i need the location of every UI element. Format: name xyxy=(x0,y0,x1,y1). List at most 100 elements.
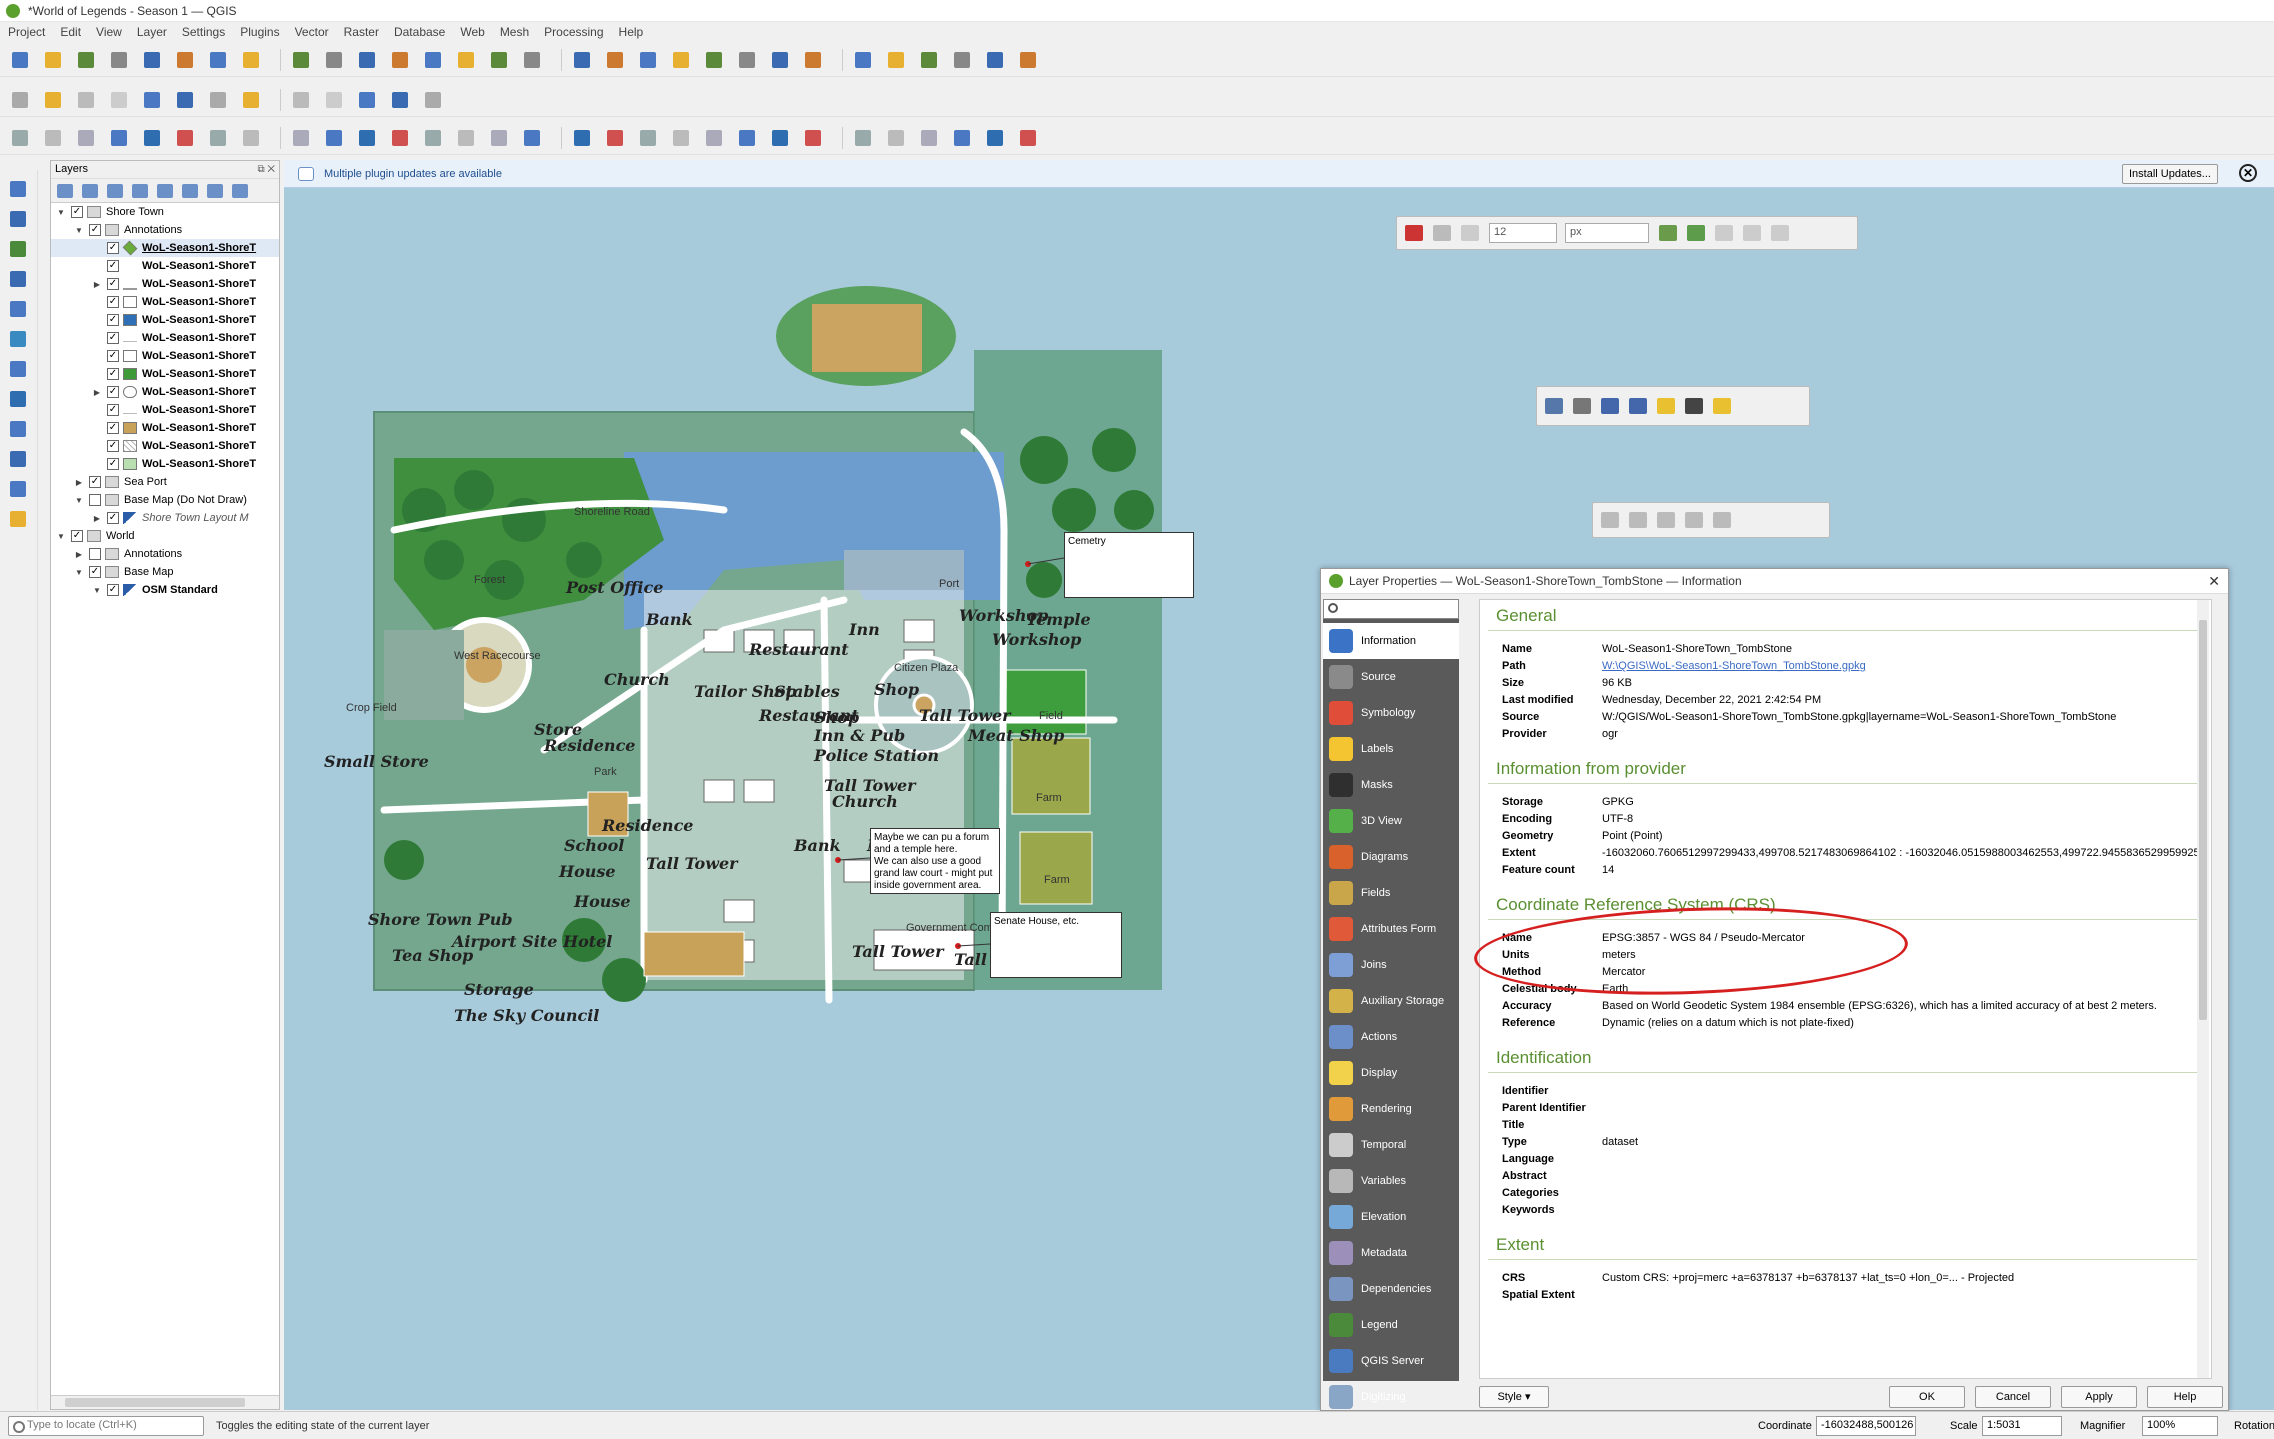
analysis-tool-3-icon[interactable] xyxy=(74,127,98,149)
analysis-tool-25-icon[interactable] xyxy=(851,127,875,149)
data-source-tool-3-icon[interactable] xyxy=(6,238,30,260)
edit-tool-3-icon[interactable] xyxy=(74,89,98,111)
analysis-tool-29-icon[interactable] xyxy=(983,127,1007,149)
analysis-tool-30-icon[interactable] xyxy=(1016,127,1040,149)
visibility-checkbox[interactable]: ✓ xyxy=(107,242,119,254)
edit-tool-1-icon[interactable] xyxy=(8,89,32,111)
nav-item-3d-view[interactable]: 3D View xyxy=(1323,803,1459,839)
nav-item-elevation[interactable]: Elevation xyxy=(1323,1199,1459,1235)
apply-button[interactable]: Apply xyxy=(2061,1386,2137,1408)
nav-item-joins[interactable]: Joins xyxy=(1323,947,1459,983)
analysis-tool-11-icon[interactable] xyxy=(355,127,379,149)
magnet-icon[interactable] xyxy=(1405,225,1423,241)
expand-arrow-icon[interactable]: ▼ xyxy=(73,226,85,235)
main-tool-7-icon[interactable] xyxy=(206,49,230,71)
analysis-tool-28-icon[interactable] xyxy=(950,127,974,149)
nav-item-dependencies[interactable]: Dependencies xyxy=(1323,1271,1459,1307)
cancel-button[interactable]: Cancel xyxy=(1975,1386,2051,1408)
main-tool-14-icon[interactable] xyxy=(454,49,478,71)
help-button[interactable]: Help xyxy=(2147,1386,2223,1408)
layer-tree-row[interactable]: ▶ Annotations xyxy=(51,545,279,563)
layer-tree-row[interactable]: ▼ ✓ OSM Standard xyxy=(51,581,279,599)
edit-tool-13-icon[interactable] xyxy=(421,89,445,111)
expand-arrow-icon[interactable]: ▼ xyxy=(55,532,67,541)
nav-item-information[interactable]: Information xyxy=(1323,623,1459,659)
analysis-tool-21-icon[interactable] xyxy=(702,127,726,149)
main-tool-15-icon[interactable] xyxy=(487,49,511,71)
visibility-checkbox[interactable]: ✓ xyxy=(89,476,101,488)
layer-tree-row[interactable]: ✓ WoL-Season1-ShoreT xyxy=(51,311,279,329)
properties-search-input[interactable] xyxy=(1323,599,1459,619)
layer-tree-row[interactable]: ▶ ✓ WoL-Season1-ShoreT xyxy=(51,275,279,293)
visibility-checkbox[interactable] xyxy=(89,494,101,506)
coordinate-field[interactable]: -16032488,500126 xyxy=(1816,1416,1916,1436)
content-scrollbar[interactable] xyxy=(2197,600,2209,1378)
expand-arrow-icon[interactable]: ▼ xyxy=(73,496,85,505)
layer-tree-row[interactable]: ▶ ✓ Shore Town Layout M xyxy=(51,509,279,527)
menu-settings[interactable]: Settings xyxy=(182,25,225,39)
main-tool-19-icon[interactable] xyxy=(636,49,660,71)
analysis-tool-7-icon[interactable] xyxy=(206,127,230,149)
expand-arrow-icon[interactable]: ▶ xyxy=(91,514,103,523)
nav-item-digitizing[interactable]: Digitizing xyxy=(1323,1379,1459,1415)
remove-layer-icon[interactable] xyxy=(232,183,248,198)
data-source-tool-7-icon[interactable] xyxy=(6,358,30,380)
annotation-callout[interactable]: Maybe we can pu a forum and a temple her… xyxy=(870,828,1000,894)
dialog-close-icon[interactable]: ✕ xyxy=(2208,573,2220,590)
analysis-tool-27-icon[interactable] xyxy=(917,127,941,149)
visibility-checkbox[interactable]: ✓ xyxy=(107,332,119,344)
edit-tool-11-icon[interactable] xyxy=(355,89,379,111)
layer-tree-row[interactable]: ✓ WoL-Season1-ShoreT xyxy=(51,347,279,365)
visibility-checkbox[interactable]: ✓ xyxy=(107,296,119,308)
main-tool-18-icon[interactable] xyxy=(603,49,627,71)
main-tool-25-icon[interactable] xyxy=(851,49,875,71)
layer-tree-row[interactable]: ✓ WoL-Season1-ShoreT xyxy=(51,257,279,275)
layer-tree-row[interactable]: ✓ WoL-Season1-ShoreT xyxy=(51,401,279,419)
menu-edit[interactable]: Edit xyxy=(60,25,81,39)
analysis-tool-1-icon[interactable] xyxy=(8,127,32,149)
analysis-tool-18-icon[interactable] xyxy=(603,127,627,149)
main-tool-3-icon[interactable] xyxy=(74,49,98,71)
menu-mesh[interactable]: Mesh xyxy=(500,25,529,39)
edit-tool-10-icon[interactable] xyxy=(322,89,346,111)
layer-tree-row[interactable]: ▼ ✓ Annotations xyxy=(51,221,279,239)
visibility-checkbox[interactable]: ✓ xyxy=(107,350,119,362)
analysis-tool-17-icon[interactable] xyxy=(570,127,594,149)
analysis-tool-26-icon[interactable] xyxy=(884,127,908,149)
data-source-tool-8-icon[interactable] xyxy=(6,388,30,410)
edit-tool-7-icon[interactable] xyxy=(206,89,230,111)
locator-input[interactable]: Type to locate (Ctrl+K) xyxy=(8,1415,204,1436)
visibility-checkbox[interactable]: ✓ xyxy=(107,422,119,434)
snap-mode-icon[interactable] xyxy=(1433,225,1451,241)
filter-legend-icon[interactable] xyxy=(132,183,148,198)
data-source-tool-11-icon[interactable] xyxy=(6,478,30,500)
menu-raster[interactable]: Raster xyxy=(344,25,379,39)
main-tool-27-icon[interactable] xyxy=(917,49,941,71)
layer-tree-row[interactable]: ▼ ✓ Shore Town xyxy=(51,203,279,221)
self-snapping-icon[interactable] xyxy=(1743,225,1761,241)
data-source-tool-2-icon[interactable] xyxy=(6,208,30,230)
nav-item-symbology[interactable]: Symbology xyxy=(1323,695,1459,731)
snap-type-icon[interactable] xyxy=(1461,225,1479,241)
analysis-tool-8-icon[interactable] xyxy=(239,127,263,149)
menu-view[interactable]: View xyxy=(96,25,122,39)
move-label-icon[interactable] xyxy=(1601,398,1619,414)
edit-tool-9-icon[interactable] xyxy=(289,89,313,111)
data-source-tool-10-icon[interactable] xyxy=(6,448,30,470)
data-source-tool-4-icon[interactable] xyxy=(6,268,30,290)
menu-web[interactable]: Web xyxy=(460,25,484,39)
panel-float-close-icon[interactable]: ⧉ ✕ xyxy=(257,164,275,175)
menu-plugins[interactable]: Plugins xyxy=(240,25,279,39)
data-source-tool-1-icon[interactable] xyxy=(6,178,30,200)
visibility-checkbox[interactable] xyxy=(89,548,101,560)
scale-field[interactable]: 1:5031 xyxy=(1982,1416,2062,1436)
ok-button[interactable]: OK xyxy=(1889,1386,1965,1408)
main-tool-2-icon[interactable] xyxy=(41,49,65,71)
menu-vector[interactable]: Vector xyxy=(295,25,329,39)
menu-help[interactable]: Help xyxy=(619,25,644,39)
layer-tree-row[interactable]: ✓ WoL-Season1-ShoreT xyxy=(51,239,279,257)
visibility-checkbox[interactable]: ✓ xyxy=(107,368,119,380)
nav-item-auxiliary-storage[interactable]: Auxiliary Storage xyxy=(1323,983,1459,1019)
analysis-tool-9-icon[interactable] xyxy=(289,127,313,149)
layer-tree-row[interactable]: ✓ WoL-Season1-ShoreT xyxy=(51,437,279,455)
